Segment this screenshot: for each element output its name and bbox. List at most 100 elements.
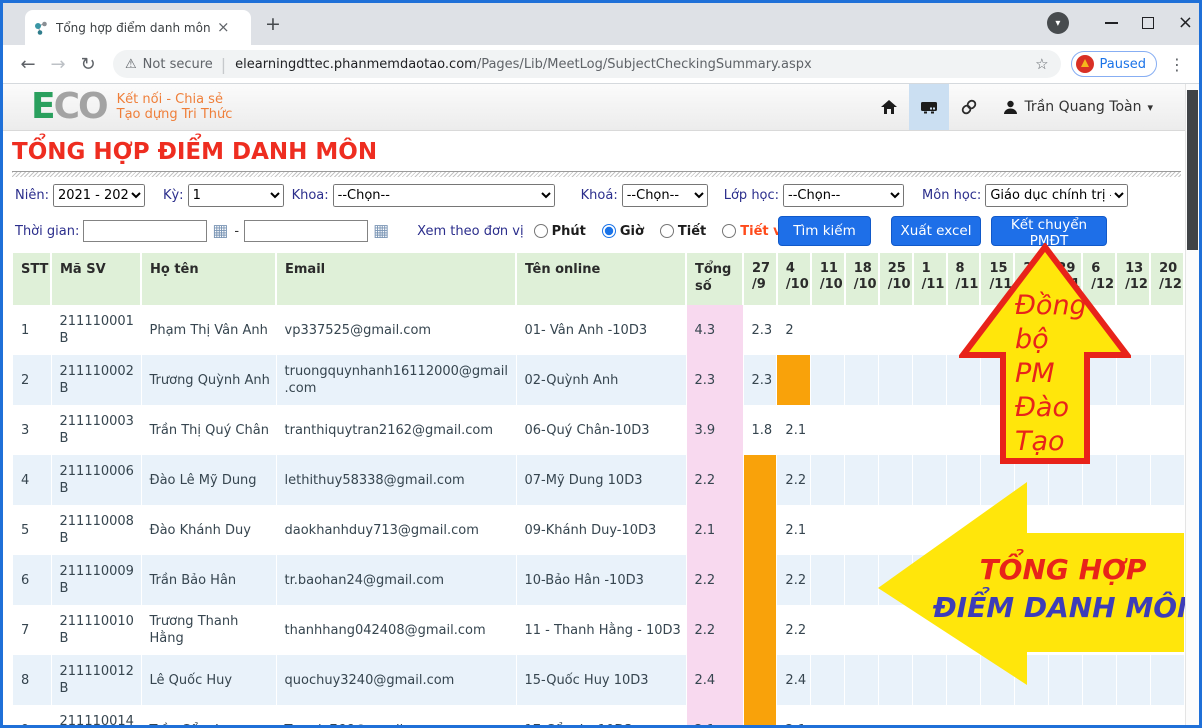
- cell-mark: [811, 705, 845, 725]
- date-range-dash: -: [234, 224, 239, 239]
- table-row: 9211110014BTrần Cẩm LyTcamly766@gmail.co…: [13, 705, 1184, 725]
- cell-mark: [913, 355, 947, 405]
- scrollbar-thumb[interactable]: [1187, 90, 1198, 250]
- cell-name: Trương Thanh Hằng: [141, 605, 276, 655]
- cell-mark: 2.1: [777, 405, 811, 455]
- sync-annotation-text: Đồng bộ PM Đào Tạo: [1015, 289, 1087, 459]
- cell-email: lethithuy58338@gmail.com: [276, 455, 516, 505]
- date-column-header: 4/10: [777, 253, 811, 305]
- col-tong-so: Tổng số: [686, 253, 743, 305]
- window-controls: ▾ ×: [1047, 7, 1193, 39]
- tab-close-icon[interactable]: ×: [217, 20, 230, 35]
- reload-icon[interactable]: ↻: [73, 54, 103, 75]
- page-scrollbar[interactable]: [1185, 84, 1199, 725]
- browser-menu-icon[interactable]: ⋮: [1165, 55, 1189, 74]
- user-icon: [1003, 100, 1018, 115]
- unit-option[interactable]: Tiết: [660, 224, 706, 239]
- cell-mark: [845, 355, 879, 405]
- cell-mark: [743, 655, 777, 705]
- minimize-button[interactable]: [1105, 22, 1118, 24]
- eco-logo[interactable]: ECO: [31, 89, 107, 125]
- unit-option[interactable]: Phút: [534, 224, 586, 239]
- unit-option[interactable]: Giờ: [602, 224, 644, 239]
- cell-mark: 2.2: [777, 555, 811, 605]
- cell-mark: [1150, 355, 1184, 405]
- browser-tab[interactable]: Tổng hợp điểm danh môn ×: [25, 10, 251, 45]
- cell-online: 01- Vân Anh -10D3: [516, 305, 686, 355]
- cell-mark: [811, 655, 845, 705]
- page-title: TỔNG HỢP ĐIỂM DANH MÔN: [12, 139, 377, 165]
- url-path: /Pages/Lib/MeetLog/SubjectCheckingSummar…: [477, 57, 812, 72]
- mon-hoc-label: Môn học:: [922, 188, 981, 203]
- link-button[interactable]: [949, 84, 989, 130]
- transfer-pmdt-button[interactable]: Kết chuyển PMĐT: [991, 216, 1107, 246]
- cell-mark: [743, 505, 777, 555]
- date-column-header: 27/9: [743, 253, 777, 305]
- export-excel-button[interactable]: Xuất excel: [891, 216, 981, 246]
- khoa-label: Khoa:: [292, 188, 329, 203]
- cell-mark: [1048, 705, 1082, 725]
- cell-total: 2.3: [686, 355, 743, 405]
- cell-email: truongquynhanh16112000@gmail.com: [276, 355, 516, 405]
- date-column-header: 25/10: [879, 253, 913, 305]
- unit-label: Xem theo đơn vị: [417, 224, 523, 239]
- date-to-input[interactable]: [244, 220, 368, 242]
- cell-code: 211110008B: [51, 505, 141, 555]
- favicon-icon: [33, 20, 49, 36]
- not-secure-icon[interactable]: ⚠: [125, 57, 137, 72]
- url-bar[interactable]: ⚠ Not secure | elearningdttec.phanmemdao…: [113, 50, 1061, 78]
- cell-online: 09-Khánh Duy-10D3: [516, 505, 686, 555]
- thoi-gian-label: Thời gian:: [15, 224, 79, 239]
- cell-mark: [743, 455, 777, 505]
- device-icon: [920, 99, 938, 115]
- maximize-button[interactable]: [1142, 17, 1154, 29]
- cell-mark: [811, 605, 845, 655]
- cell-mark: [879, 305, 913, 355]
- paused-label: Paused: [1100, 57, 1146, 72]
- cell-stt: 3: [13, 405, 51, 455]
- mon-hoc-select[interactable]: Giáo dục chính trị -: [985, 184, 1128, 207]
- col-ma-sv: Mã SV: [51, 253, 141, 305]
- calendar-icon[interactable]: ▦: [373, 223, 389, 240]
- khoa-select[interactable]: --Chọn--: [333, 184, 555, 207]
- logo-slogan: Kết nối - Chia sẻ Tạo dựng Tri Thức: [117, 92, 233, 122]
- home-button[interactable]: [869, 84, 909, 130]
- back-icon[interactable]: ←: [13, 54, 43, 75]
- cell-mark: [1014, 705, 1048, 725]
- forward-icon[interactable]: →: [43, 54, 73, 75]
- search-button[interactable]: Tìm kiếm: [778, 216, 871, 246]
- device-button[interactable]: [909, 84, 949, 130]
- unit-option-label: Giờ: [620, 224, 644, 239]
- sync-paused-button[interactable]: Paused: [1071, 51, 1157, 77]
- cell-code: 211110006B: [51, 455, 141, 505]
- cell-total: 2.1: [686, 505, 743, 555]
- title-divider: [12, 171, 1181, 177]
- col-ho-ten: Họ tên: [141, 253, 276, 305]
- khoa2-select[interactable]: --Chọn--: [622, 184, 708, 207]
- unit-radio[interactable]: [722, 224, 736, 238]
- cell-stt: 8: [13, 655, 51, 705]
- lop-hoc-select[interactable]: --Chọn--: [783, 184, 904, 207]
- unit-radio[interactable]: [602, 224, 616, 238]
- nien-select[interactable]: 2021 - 2022: [53, 184, 145, 207]
- close-window-button[interactable]: ×: [1178, 14, 1193, 32]
- unit-option-label: Tiết: [678, 224, 706, 239]
- profile-button[interactable]: ▾: [1047, 12, 1069, 34]
- cell-mark: 2.1: [777, 705, 811, 725]
- ky-label: Kỳ:: [163, 188, 184, 203]
- date-from-input[interactable]: [83, 220, 207, 242]
- new-tab-button[interactable]: +: [265, 13, 281, 35]
- browser-toolbar: ← → ↻ ⚠ Not secure | elearningdttec.phan…: [3, 45, 1199, 84]
- cell-mark: [811, 405, 845, 455]
- unit-radio[interactable]: [660, 224, 674, 238]
- bookmark-star-icon[interactable]: ☆: [1035, 55, 1048, 73]
- calendar-icon[interactable]: ▦: [212, 223, 228, 240]
- cell-stt: 9: [13, 705, 51, 725]
- unit-radio[interactable]: [534, 224, 548, 238]
- user-menu[interactable]: Trần Quang Toàn ▾: [989, 84, 1199, 130]
- cell-mark: [1150, 705, 1184, 725]
- cell-code: 211110014B: [51, 705, 141, 725]
- ky-select[interactable]: 1: [188, 184, 284, 207]
- security-label: Not secure: [143, 57, 213, 72]
- cell-mark: [811, 455, 845, 505]
